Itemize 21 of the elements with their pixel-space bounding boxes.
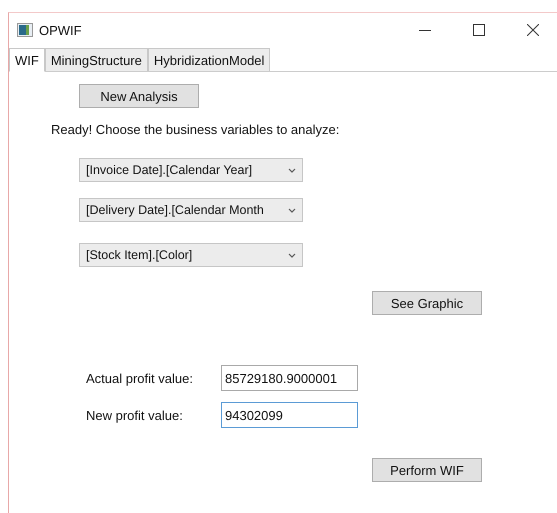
input-field[interactable]: 94302099: [221, 402, 358, 428]
tab[interactable]: WIF: [9, 48, 45, 72]
field-label: New profit value:: [85, 408, 184, 422]
dropdown[interactable]: [Delivery Date].[Calendar Month: [79, 198, 303, 222]
window-title: OPWIF: [39, 22, 83, 38]
status-text: Ready! Choose the business variables to analyze:: [51, 122, 340, 137]
maximize-icon: [473, 24, 485, 36]
close-icon: [527, 24, 539, 36]
new-analysis-button[interactable]: New Analysis: [79, 84, 199, 108]
chevron-icon: [288, 168, 296, 172]
dropdown[interactable]: [Invoice Date].[Calendar Year]: [79, 158, 303, 182]
field-label: Actual profit value:: [85, 370, 194, 386]
chevron-icon: [288, 208, 296, 212]
tab[interactable]: HybridizationModel: [148, 48, 270, 71]
tab[interactable]: MiningStructure: [44, 48, 148, 71]
see-graphic-button[interactable]: See Graphic: [372, 291, 482, 315]
perform-wif-button[interactable]: Perform WIF: [372, 458, 482, 482]
app-icon: [17, 23, 33, 37]
input-field[interactable]: 85729180.9000001: [221, 365, 358, 391]
chevron-icon: [288, 252, 296, 258]
dropdown[interactable]: [Stock Item].[Color]: [79, 243, 303, 267]
